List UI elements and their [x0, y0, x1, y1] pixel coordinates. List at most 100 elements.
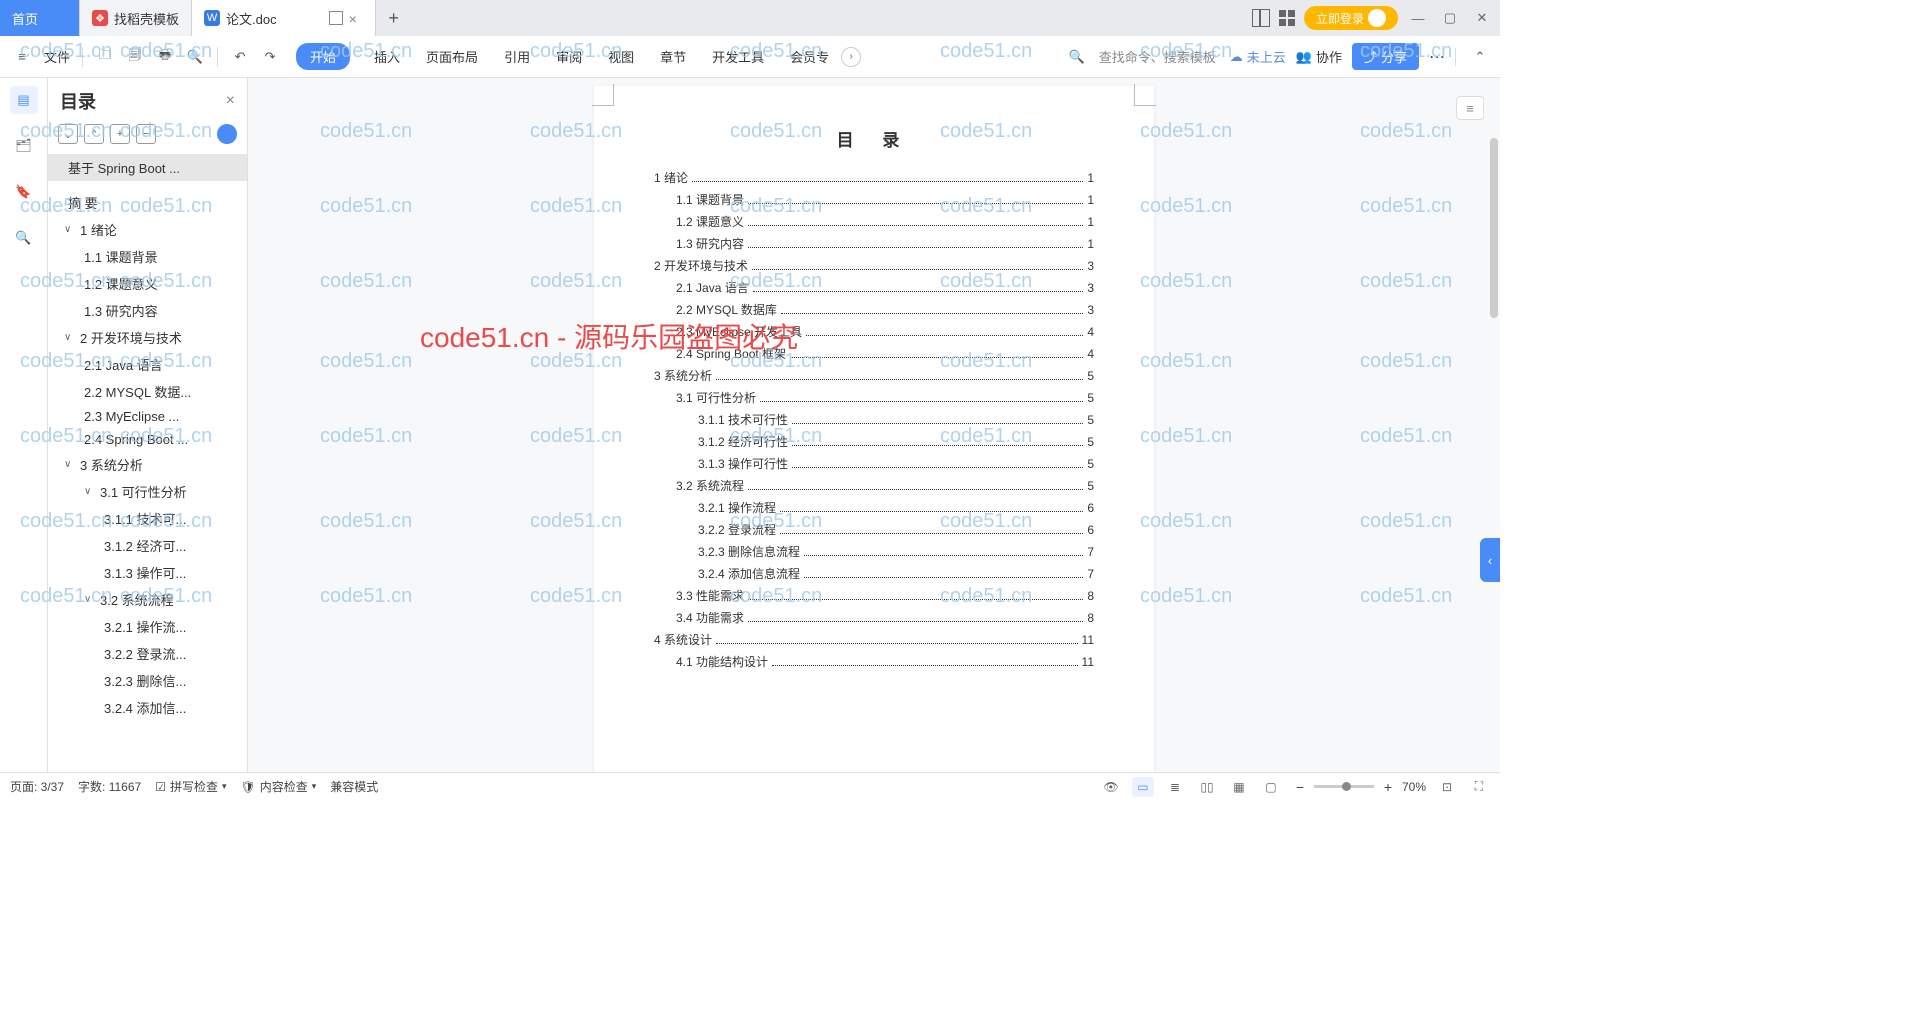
nav-right-icon[interactable]: ›	[841, 47, 861, 67]
tab-template[interactable]: ❖ 找稻壳模板	[80, 0, 192, 36]
outline-item[interactable]: 3.2.2 登录流...	[48, 640, 247, 667]
outline-item[interactable]: 3.2.3 删除信...	[48, 667, 247, 694]
outline-item[interactable]: 1.3 研究内容	[48, 297, 247, 324]
chat-bubble-icon[interactable]	[217, 124, 237, 144]
collapse-all-icon[interactable]: ⌄	[58, 124, 78, 144]
toc-entry[interactable]: 3.1.2 经济可行性5	[698, 433, 1094, 450]
search-rail-icon[interactable]: 🔍	[10, 224, 38, 252]
maximize-button[interactable]: ▢	[1438, 6, 1462, 30]
menu-tab-7[interactable]: 开发工具	[710, 43, 766, 70]
outline-item[interactable]: ∨3.1 可行性分析	[48, 478, 247, 505]
scrollbar[interactable]	[1490, 78, 1498, 772]
toc-entry[interactable]: 3.4 功能需求8	[676, 609, 1094, 626]
zoom-slider-thumb[interactable]	[1342, 782, 1351, 791]
toc-entry[interactable]: 1.2 课题意义1	[676, 213, 1094, 230]
outline-view-icon[interactable]: ≣	[1164, 777, 1186, 797]
tab-document[interactable]: W 论文.doc ×	[192, 0, 376, 36]
toc-entry[interactable]: 2.2 MYSQL 数据库3	[676, 301, 1094, 318]
toc-entry[interactable]: 1.1 课题背景1	[676, 191, 1094, 208]
zoom-out-button[interactable]: −	[1292, 779, 1308, 795]
outline-abstract[interactable]: 摘 要	[48, 189, 247, 216]
toc-entry[interactable]: 3.3 性能需求8	[676, 587, 1094, 604]
menu-tab-3[interactable]: 引用	[502, 43, 532, 70]
minimize-button[interactable]: —	[1406, 6, 1430, 30]
toc-entry[interactable]: 3.1.3 操作可行性5	[698, 455, 1094, 472]
toc-entry[interactable]: 2.3 MyEclipse 开发工具4	[676, 323, 1094, 340]
compat-mode[interactable]: 兼容模式	[330, 778, 378, 795]
toc-entry[interactable]: 3.2.2 登录流程6	[698, 521, 1094, 538]
toc-entry[interactable]: 1.3 研究内容1	[676, 235, 1094, 252]
fullscreen-icon[interactable]: ▢	[1260, 777, 1282, 797]
outline-item[interactable]: ∨3.2 系统流程	[48, 586, 247, 613]
search-command[interactable]: 查找命令、搜索模板	[1095, 47, 1220, 66]
right-panel-toggle[interactable]: ≡	[1456, 96, 1484, 120]
close-tab-icon[interactable]: ×	[349, 11, 363, 25]
collab-button[interactable]: 👥 协作	[1296, 47, 1342, 66]
print-preview-icon[interactable]: 🔍	[181, 43, 209, 71]
toc-entry[interactable]: 3.2.3 删除信息流程7	[698, 543, 1094, 560]
redo-icon[interactable]: ↷	[256, 43, 284, 71]
toc-entry[interactable]: 3.2 系统流程5	[676, 477, 1094, 494]
toc-entry[interactable]: 4.1 功能结构设计11	[676, 653, 1094, 670]
outline-item[interactable]: 3.2.1 操作流...	[48, 613, 247, 640]
outline-item[interactable]: ∨3 系统分析	[48, 451, 247, 478]
bookmark-rail-icon[interactable]: 🔖	[10, 178, 38, 206]
menu-tab-8[interactable]: 会员专	[788, 43, 831, 70]
toc-entry[interactable]: 2 开发环境与技术3	[654, 257, 1094, 274]
chevron-down-icon[interactable]: ∨	[84, 486, 96, 497]
word-count[interactable]: 字数: 11667	[78, 778, 141, 795]
page-view-icon[interactable]: ▭	[1132, 777, 1154, 797]
print-icon[interactable]: 🖶	[151, 43, 179, 71]
close-window-button[interactable]: ✕	[1470, 6, 1494, 30]
expand-view-icon[interactable]: ⛶	[1468, 777, 1490, 797]
toc-entry[interactable]: 3.2.1 操作流程6	[698, 499, 1094, 516]
outline-rail-icon[interactable]: ▤	[10, 86, 38, 114]
chevron-down-icon[interactable]: ∨	[84, 594, 96, 605]
split-view-icon[interactable]	[1252, 9, 1270, 27]
add-item-icon[interactable]: +	[110, 124, 130, 144]
side-tab-button[interactable]: ‹	[1480, 538, 1500, 582]
outline-item[interactable]: 1.2 课题意义	[48, 270, 247, 297]
outline-item[interactable]: 3.1.2 经济可...	[48, 532, 247, 559]
menu-tab-1[interactable]: 插入	[372, 43, 402, 70]
zoom-slider[interactable]	[1314, 785, 1374, 788]
toc-entry[interactable]: 4 系统设计11	[654, 631, 1094, 648]
menu-tab-4[interactable]: 审阅	[554, 43, 584, 70]
toc-entry[interactable]: 2.1 Java 语言3	[676, 279, 1094, 296]
expand-icon[interactable]: ⌃	[1466, 43, 1494, 71]
menu-tab-6[interactable]: 章节	[658, 43, 688, 70]
eye-icon[interactable]: 👁	[1100, 777, 1122, 797]
tab-home[interactable]: 首页	[0, 0, 80, 36]
login-button[interactable]: 立即登录	[1304, 6, 1398, 30]
outline-item[interactable]: ∨2 开发环境与技术	[48, 324, 247, 351]
undo-icon[interactable]: ↶	[226, 43, 254, 71]
menu-icon[interactable]: ≡	[8, 43, 36, 71]
menu-tab-2[interactable]: 页面布局	[424, 43, 480, 70]
save-as-icon[interactable]: 🗐	[121, 43, 149, 71]
content-check-toggle[interactable]: 🛡内容检查▾	[241, 778, 317, 795]
app-grid-icon[interactable]	[1278, 9, 1296, 27]
share-button[interactable]: ⤴ 分享	[1352, 43, 1419, 70]
menu-tab-5[interactable]: 视图	[606, 43, 636, 70]
page-indicator[interactable]: 页面: 3/37	[10, 778, 64, 795]
file-menu[interactable]: 文件	[40, 47, 74, 66]
cloud-status[interactable]: ☁ 未上云	[1230, 47, 1286, 66]
outline-item[interactable]: 3.2.4 添加信...	[48, 694, 247, 721]
outline-item[interactable]: 2.1 Java 语言	[48, 351, 247, 378]
outline-item[interactable]: 2.4 Spring Boot ...	[48, 428, 247, 451]
zoom-in-button[interactable]: +	[1380, 779, 1396, 795]
toc-entry[interactable]: 3.2.4 添加信息流程7	[698, 565, 1094, 582]
save-icon[interactable]: 🗀	[91, 43, 119, 71]
remove-item-icon[interactable]: −	[136, 124, 156, 144]
expand-all-icon[interactable]: ⌃	[84, 124, 104, 144]
scrollbar-thumb[interactable]	[1490, 138, 1498, 318]
chevron-down-icon[interactable]: ∨	[64, 459, 76, 470]
outline-item[interactable]: 1.1 课题背景	[48, 243, 247, 270]
close-panel-icon[interactable]: ×	[226, 92, 235, 110]
web-view-icon[interactable]: ▦	[1228, 777, 1250, 797]
outline-item[interactable]: 3.1.1 技术可...	[48, 505, 247, 532]
toc-entry[interactable]: 3.1 可行性分析5	[676, 389, 1094, 406]
outline-root[interactable]: 基于 Spring Boot ...	[48, 154, 247, 181]
toc-entry[interactable]: 2.4 Spring Boot 框架4	[676, 345, 1094, 362]
outline-item[interactable]: 3.1.3 操作可...	[48, 559, 247, 586]
